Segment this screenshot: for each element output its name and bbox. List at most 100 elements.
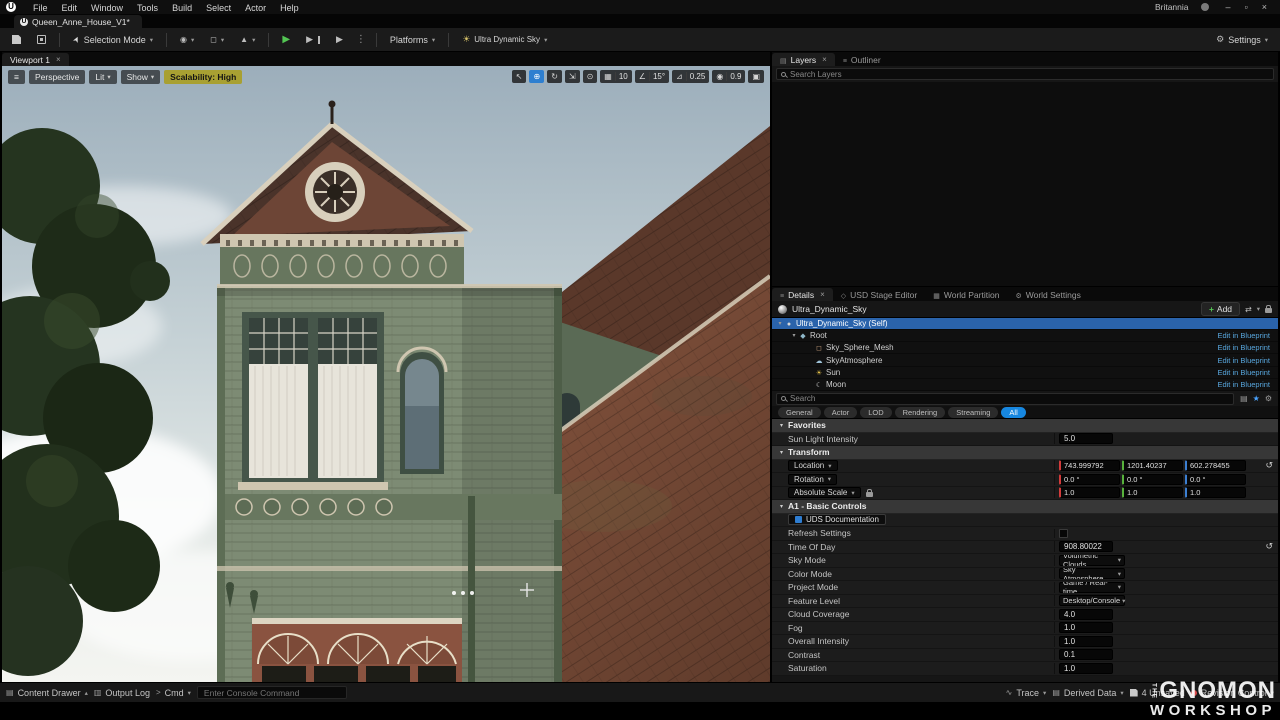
number-field[interactable]: 1.0 <box>1059 663 1113 674</box>
add-actor-dropdown[interactable]: ◉▾ <box>174 33 200 46</box>
account-avatar[interactable] <box>1201 3 1209 11</box>
z-value-field[interactable]: 0.0 ° <box>1185 474 1246 485</box>
x-value-field[interactable]: 1.0 <box>1059 487 1120 498</box>
add-component-button[interactable]: + Add <box>1201 302 1240 316</box>
edit-in-blueprint-link[interactable]: Edit in Blueprint <box>1217 343 1274 352</box>
filter-pill[interactable]: Rendering <box>895 407 946 418</box>
unsaved-button[interactable]: 4 Unsaved <box>1130 688 1185 698</box>
transform-axis-combo[interactable]: Rotation▾ <box>788 474 837 485</box>
camera-speed-button[interactable]: ◉0.9 <box>712 70 745 83</box>
world-coords-button[interactable]: ⊙ <box>583 70 598 83</box>
platforms-dropdown[interactable]: Platforms▾ <box>384 33 441 47</box>
viewport-scene[interactable] <box>2 66 770 682</box>
viewport-tab[interactable]: Viewport 1 × <box>2 53 69 66</box>
edit-in-blueprint-link[interactable]: Edit in Blueprint <box>1217 380 1274 389</box>
scalability-warning-badge[interactable]: Scalability: High <box>164 70 242 84</box>
number-field[interactable]: 5.0 <box>1059 433 1113 444</box>
component-tree-row[interactable]: ▾ Sky_Sphere_Mesh Edit in Blueprint <box>772 342 1278 354</box>
settings-dropdown[interactable]: ⚙ Settings ▾ <box>1210 32 1274 47</box>
number-field[interactable]: 1.0 <box>1059 636 1113 647</box>
cinematics-dropdown[interactable]: ▲▾ <box>234 33 261 46</box>
select-tool-button[interactable]: ↖ <box>512 70 527 83</box>
dropdown-field[interactable]: Volumetric Clouds▾ <box>1059 555 1125 566</box>
section-header[interactable]: ▾ Favorites <box>772 419 1278 432</box>
reset-to-default-icon[interactable]: ↺ <box>1265 541 1273 552</box>
details-search-input[interactable] <box>790 394 1229 403</box>
y-value-field[interactable]: 0.0 ° <box>1122 474 1183 485</box>
section-header[interactable]: ▾ Transform <box>772 446 1278 459</box>
save-button[interactable] <box>6 33 27 46</box>
console-command-input[interactable] <box>197 686 347 699</box>
details-search-box[interactable] <box>776 393 1234 405</box>
section-header[interactable]: ▾ A1 - Basic Controls <box>772 500 1278 513</box>
close-icon[interactable]: × <box>822 55 827 64</box>
edit-in-blueprint-link[interactable]: Edit in Blueprint <box>1217 368 1274 377</box>
y-value-field[interactable]: 1.0 <box>1122 487 1183 498</box>
dropdown-field[interactable]: Game / Real-time▾ <box>1059 582 1125 593</box>
filter-pill[interactable]: Actor <box>824 407 858 418</box>
close-icon[interactable]: × <box>56 55 61 64</box>
x-value-field[interactable]: 0.0 ° <box>1059 474 1120 485</box>
scale-tool-button[interactable]: ⇲ <box>565 70 580 83</box>
menu-item[interactable]: Tools <box>130 3 165 13</box>
layers-search-input[interactable] <box>790 70 1269 79</box>
lit-mode-button[interactable]: Lit▾ <box>89 70 116 84</box>
play-button[interactable]: ▶ <box>276 32 296 47</box>
number-field[interactable]: 908.80022 <box>1059 541 1113 552</box>
uds-documentation-button[interactable]: UDS Documentation <box>788 514 886 525</box>
launch-button[interactable]: ▶ <box>330 32 349 47</box>
rotation-snap-toggle[interactable]: ∠15° <box>635 70 669 83</box>
editor-mode-dropdown[interactable]: ➤ Selection Mode ▾ <box>67 33 159 47</box>
layers-empty-body[interactable] <box>772 82 1278 286</box>
favorites-star-icon[interactable]: ★ <box>1253 394 1260 403</box>
panel-tab[interactable]: World Partition × <box>925 288 1007 301</box>
browse-icon[interactable]: ⇄ <box>1245 305 1252 314</box>
grid-snap-toggle[interactable]: ▦10 <box>600 70 631 83</box>
reset-to-default-icon[interactable]: ↺ <box>1265 460 1273 471</box>
x-value-field[interactable]: 743.999792 <box>1059 460 1120 471</box>
menu-item[interactable]: Edit <box>55 3 85 13</box>
expand-caret-icon[interactable]: ▾ <box>776 320 784 327</box>
filter-pill[interactable]: General <box>778 407 821 418</box>
component-tree-row[interactable]: ▾ Sun Edit in Blueprint <box>772 367 1278 379</box>
menu-item[interactable]: File <box>26 3 55 13</box>
panel-tab[interactable]: USD Stage Editor × <box>833 288 925 301</box>
panel-tab[interactable]: Outliner × <box>835 53 889 66</box>
edit-in-blueprint-link[interactable]: Edit in Blueprint <box>1217 331 1274 340</box>
component-tree-row[interactable]: ▾ SkyAtmosphere Edit in Blueprint <box>772 354 1278 366</box>
skip-button[interactable]: ▶ <box>300 32 326 47</box>
transform-axis-combo[interactable]: Location▾ <box>788 460 838 471</box>
dropdown-field[interactable]: Sky Atmosphere▾ <box>1059 568 1125 579</box>
menu-item[interactable]: Actor <box>238 3 273 13</box>
asset-tab[interactable]: U Queen_Anne_House_V1* <box>14 15 142 28</box>
y-value-field[interactable]: 1201.40237 <box>1122 460 1183 471</box>
component-tree-row[interactable]: ▾ Moon Edit in Blueprint <box>772 379 1278 391</box>
trace-dropdown[interactable]: ∿ Trace ▾ <box>1006 688 1047 698</box>
maximize-viewport-button[interactable]: ▣ <box>748 70 764 83</box>
number-field[interactable]: 4.0 <box>1059 609 1113 620</box>
menu-item[interactable]: Build <box>165 3 199 13</box>
close-button[interactable]: × <box>1255 2 1274 12</box>
show-flags-button[interactable]: Show▾ <box>121 70 161 84</box>
viewport-canvas[interactable]: ≡ Perspective Lit▾ Show▾ Scalability: Hi… <box>2 66 770 682</box>
edit-in-blueprint-link[interactable]: Edit in Blueprint <box>1217 356 1274 365</box>
checkbox[interactable] <box>1059 529 1068 538</box>
lock-icon[interactable] <box>1265 308 1272 313</box>
revision-control-dropdown[interactable]: Revision Control ▾ <box>1191 688 1274 698</box>
dropdown-field[interactable]: Desktop/Console▾ <box>1059 595 1125 606</box>
move-tool-button[interactable]: ⊕ <box>529 70 544 83</box>
scale-snap-toggle[interactable]: ⊿0.25 <box>672 70 709 83</box>
output-log-button[interactable]: ▥ Output Log <box>94 688 150 698</box>
panel-tab[interactable]: World Settings × <box>1007 288 1088 301</box>
rotate-tool-button[interactable]: ↻ <box>547 70 562 83</box>
display-options-icon[interactable]: ▤ <box>1240 394 1248 403</box>
play-options-kebab[interactable]: ⋮ <box>353 34 369 45</box>
number-field[interactable]: 0.1 <box>1059 649 1113 660</box>
menu-item[interactable]: Help <box>273 3 306 13</box>
details-settings-gear-icon[interactable]: ⚙ <box>1265 394 1272 403</box>
filter-pill[interactable]: LOD <box>860 407 891 418</box>
perspective-button[interactable]: Perspective <box>29 70 85 84</box>
import-content-button[interactable] <box>31 33 52 46</box>
content-drawer-button[interactable]: ▤ Content Drawer ▴ <box>6 688 88 698</box>
maximize-button[interactable]: ▫ <box>1238 2 1255 12</box>
